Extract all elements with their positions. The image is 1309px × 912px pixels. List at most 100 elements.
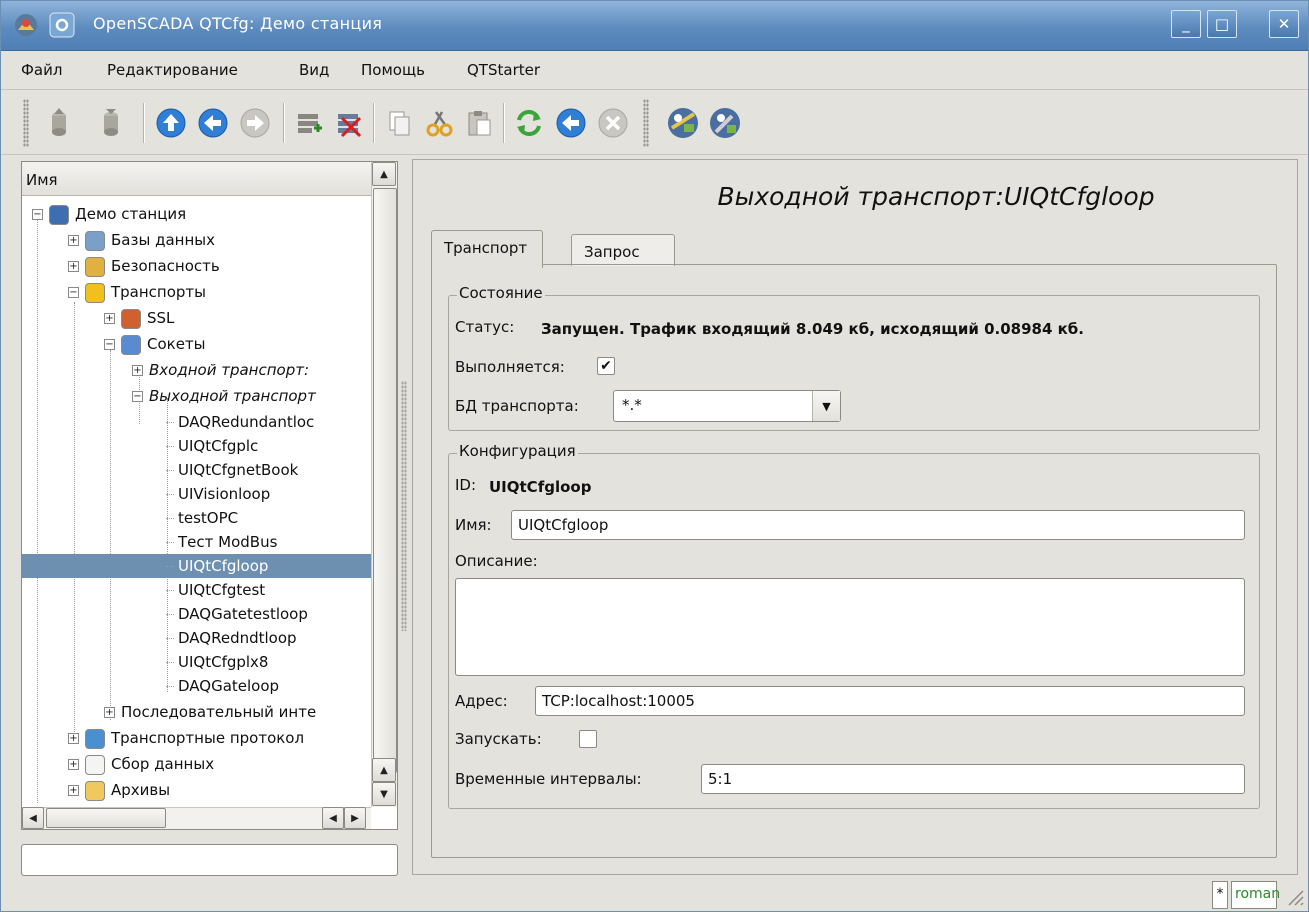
db-select[interactable]: *.* ▼ [613,390,841,422]
tree-item[interactable]: + Транспортные протокол [68,726,304,750]
title-bar[interactable]: OpenSCADA QTCfg: Демо станция _ □ ✕ [1,1,1308,51]
tree-item[interactable]: DAQGateloop [166,674,280,698]
close-button[interactable]: ✕ [1269,10,1299,38]
tree-item[interactable]: + SSL [104,306,174,330]
tree-item[interactable]: testOPC [166,506,238,530]
expand-icon[interactable]: + [68,733,79,744]
tree-item[interactable]: UIQtCfgplx8 [166,650,268,674]
scroll-left-icon[interactable]: ◀ [22,807,44,829]
collapse-icon[interactable]: − [32,209,43,220]
description-field[interactable] [455,578,1245,676]
delete-item-icon[interactable] [331,105,367,141]
expand-icon[interactable]: + [68,235,79,246]
tree-item[interactable]: UIQtCfgtest [166,578,265,602]
expand-icon[interactable]: + [104,707,115,718]
up-icon[interactable] [153,105,189,141]
toolbar-separator [283,103,285,143]
address-label: Адрес: [455,692,508,710]
tab-request[interactable]: Запрос [571,234,675,266]
collapse-icon[interactable]: − [104,339,115,350]
tree-item[interactable]: DAQRedndtloop [166,626,297,650]
menu-view[interactable]: Вид [299,61,329,79]
tree-item[interactable]: − Сокеты [104,332,206,356]
add-item-icon[interactable] [291,105,327,141]
stop-icon[interactable] [595,105,631,141]
scrollbar-thumb[interactable] [46,808,166,828]
menu-file[interactable]: Файл [21,61,62,79]
tree-item[interactable]: + Архивы [68,778,170,802]
tree-item[interactable]: DAQRedundantloc [166,410,314,434]
maximize-button[interactable]: □ [1207,10,1237,38]
chevron-down-icon[interactable]: ▼ [812,391,840,421]
tree-connector [166,686,174,687]
tree-item[interactable]: − Демо станция [32,202,186,226]
toolbar-grip[interactable] [23,99,29,147]
tab-transport[interactable]: Транспорт [431,230,543,268]
tree-item[interactable]: UIQtCfgnetBook [166,458,298,482]
start-checkbox[interactable] [579,730,597,748]
user-badge[interactable]: roman [1231,881,1280,909]
tree-connector [166,590,174,591]
tree-item[interactable]: + Сбор данных [68,752,214,776]
tree-item[interactable]: UIQtCfgplc [166,434,258,458]
window-menu-icon[interactable] [49,12,75,38]
back-icon[interactable] [195,105,231,141]
scroll-left-icon[interactable]: ◀ [322,807,344,829]
expand-icon[interactable]: + [68,261,79,272]
check-icon: ✔ [600,358,612,374]
remote-station-icon[interactable] [665,105,701,141]
tree-item[interactable]: − Выходной транспорт [132,384,316,408]
copy-icon[interactable] [381,105,417,141]
name-field[interactable]: UIQtCfgloop [511,510,1245,540]
config-icon[interactable] [707,105,743,141]
expand-icon[interactable]: + [132,365,143,376]
tree-connector [166,614,174,615]
collapse-icon[interactable]: − [132,391,143,402]
tree-column-header[interactable]: Имя [22,162,371,196]
refresh-icon[interactable] [511,105,547,141]
tree-item[interactable]: + Входной транспорт: [132,358,309,382]
db-load-icon[interactable] [41,105,77,141]
scroll-up-icon[interactable]: ▲ [372,162,396,186]
tree-horizontal-scrollbar[interactable]: ◀ ◀ ▶ [22,807,371,829]
tree-status-field[interactable] [21,844,398,876]
running-checkbox[interactable]: ✔ [597,357,615,375]
menu-edit[interactable]: Редактирование [107,61,238,79]
app-icon[interactable] [13,12,39,38]
tree-item[interactable]: DAQGatetestloop [166,602,308,626]
scroll-right-icon[interactable]: ▶ [344,807,366,829]
db-save-icon[interactable] [93,105,129,141]
expand-icon[interactable]: + [68,785,79,796]
scroll-up-icon[interactable]: ▲ [372,758,396,782]
timeouts-field[interactable]: 5:1 [701,764,1245,794]
expand-icon[interactable]: + [68,759,79,770]
navigation-tree[interactable]: Имя − Демо станция + Базы данных + Безопаснос… [21,161,398,830]
tree-item[interactable]: Тест ModBus [166,530,277,554]
tree-item[interactable]: − Транспорты [68,280,206,304]
running-label: Выполняется: [455,358,565,376]
tree-item-label: DAQGatetestloop [178,605,308,623]
tree-item[interactable]: UIVisionloop [166,482,270,506]
tree-item[interactable]: + Безопасность [68,254,220,278]
start-icon[interactable] [553,105,589,141]
tree-item[interactable]: + Последовательный инте [104,700,316,724]
tree-vertical-scrollbar[interactable]: ▲ ▲ ▼ [371,162,397,807]
toolbar-grip[interactable] [643,99,649,147]
tree-connector [166,542,174,543]
tree-item[interactable]: UIQtCfgloop [22,554,371,578]
menu-qtstarter[interactable]: QTStarter [467,61,540,79]
panel-splitter[interactable] [401,381,407,631]
cut-icon[interactable] [421,105,457,141]
resize-grip-icon[interactable] [1285,887,1305,907]
forward-icon[interactable] [237,105,273,141]
menu-help[interactable]: Помощь [361,61,425,79]
minimize-button[interactable]: _ [1171,10,1201,38]
scroll-down-icon[interactable]: ▼ [372,782,396,806]
address-field[interactable]: TCP:localhost:10005 [535,686,1245,716]
tree-item-label: DAQGateloop [178,677,280,695]
scrollbar-thumb[interactable] [373,188,397,773]
tree-item[interactable]: + Базы данных [68,228,215,252]
collapse-icon[interactable]: − [68,287,79,298]
paste-icon[interactable] [461,105,497,141]
expand-icon[interactable]: + [104,313,115,324]
